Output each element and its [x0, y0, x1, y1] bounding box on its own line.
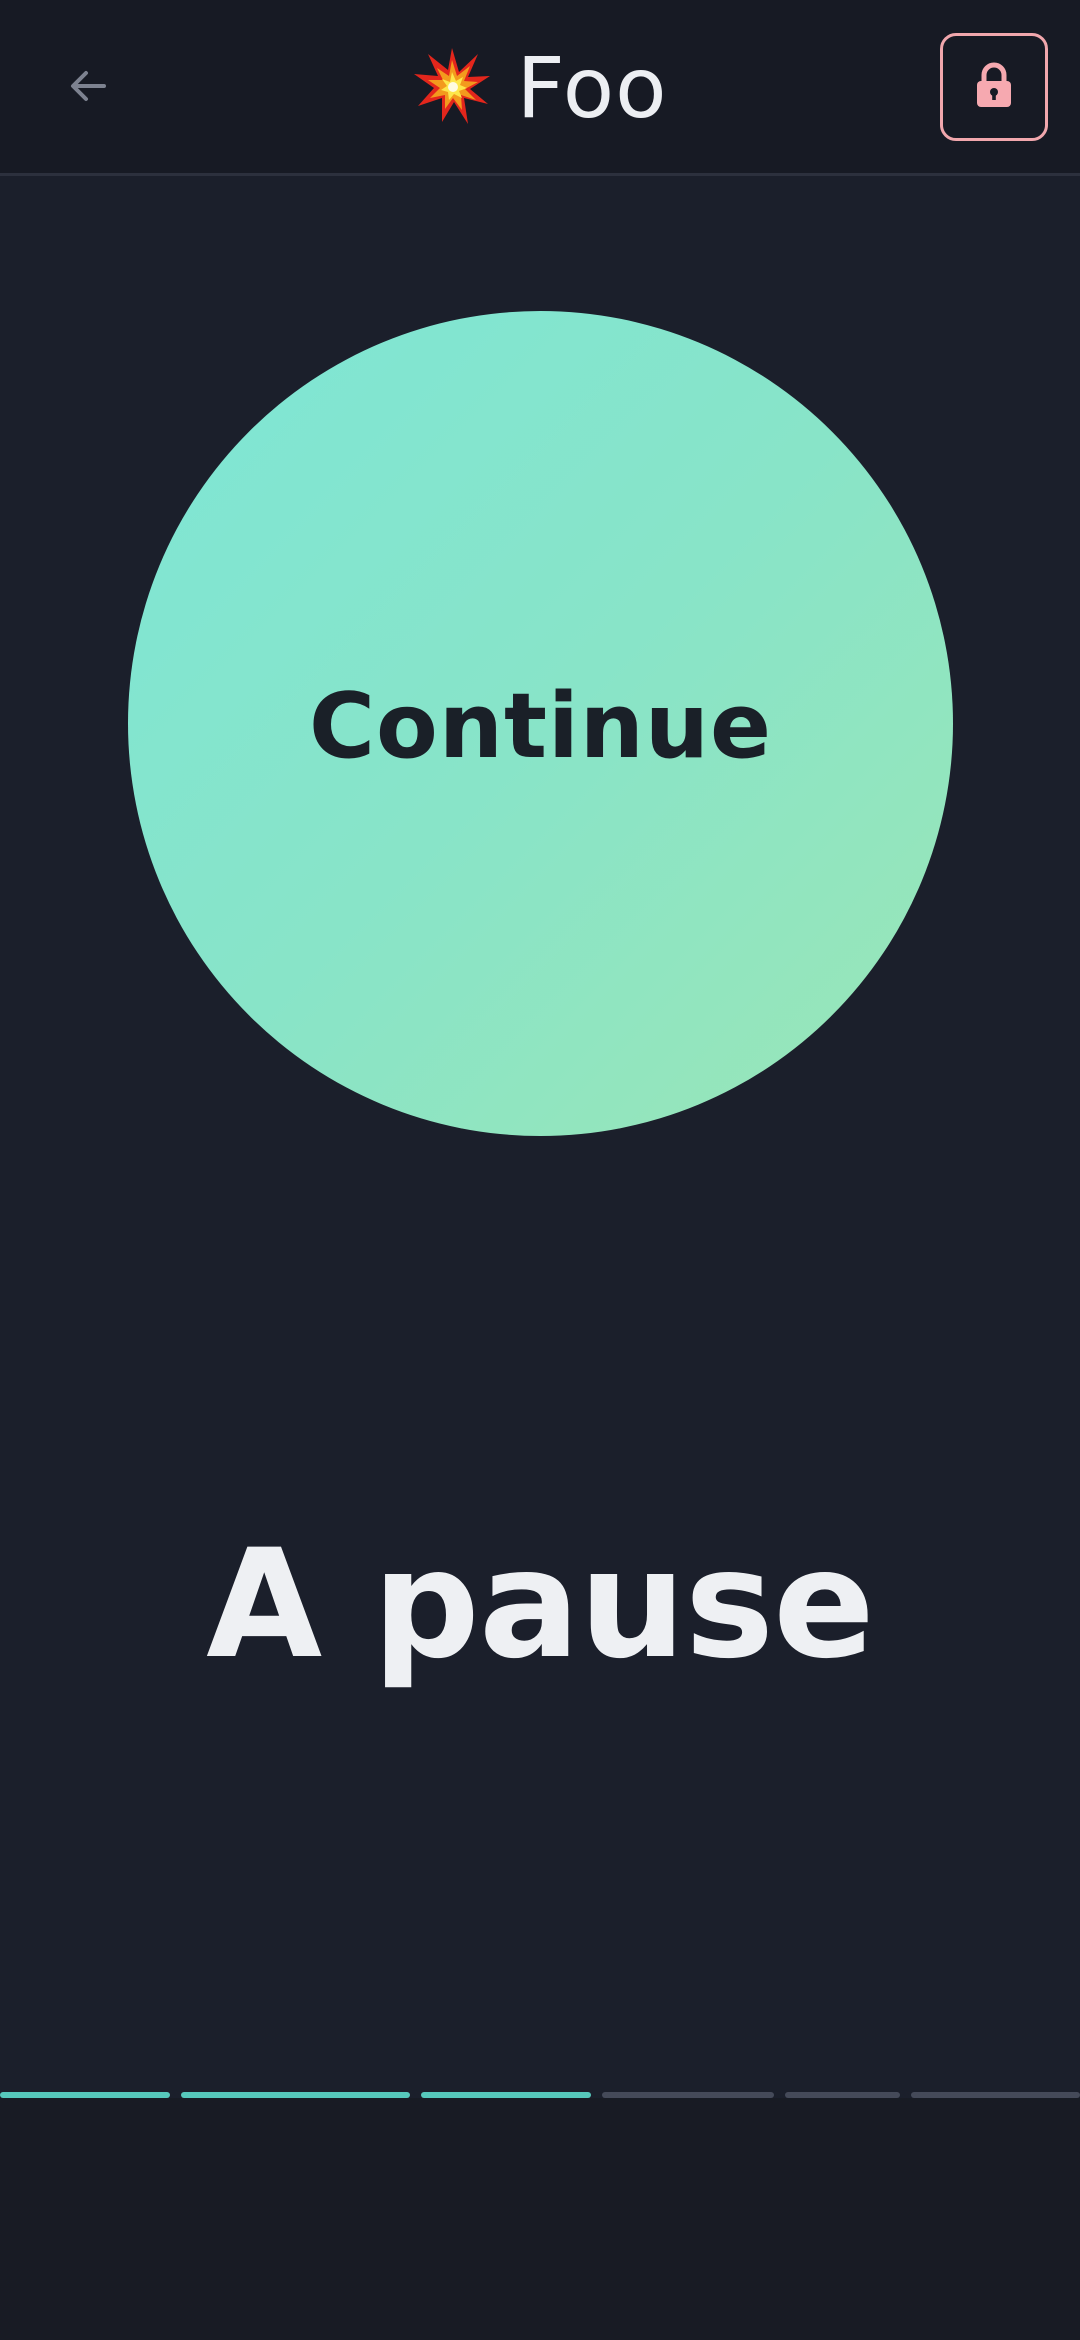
- bottom-area: [0, 2098, 1080, 2340]
- page-title: Foo: [0, 36, 1080, 140]
- continue-button-label: Continue: [308, 674, 772, 779]
- pause-headline: A pause: [206, 1518, 875, 1692]
- collision-emoji-icon: [412, 46, 492, 130]
- top-bar: Foo: [0, 0, 1080, 176]
- lock-icon: [974, 62, 1014, 112]
- meditation-screen: Foo Continue A pause: [0, 0, 1080, 2340]
- lock-button[interactable]: [940, 33, 1048, 141]
- continue-button[interactable]: Continue: [128, 311, 953, 1136]
- title-text: Foo: [516, 39, 668, 137]
